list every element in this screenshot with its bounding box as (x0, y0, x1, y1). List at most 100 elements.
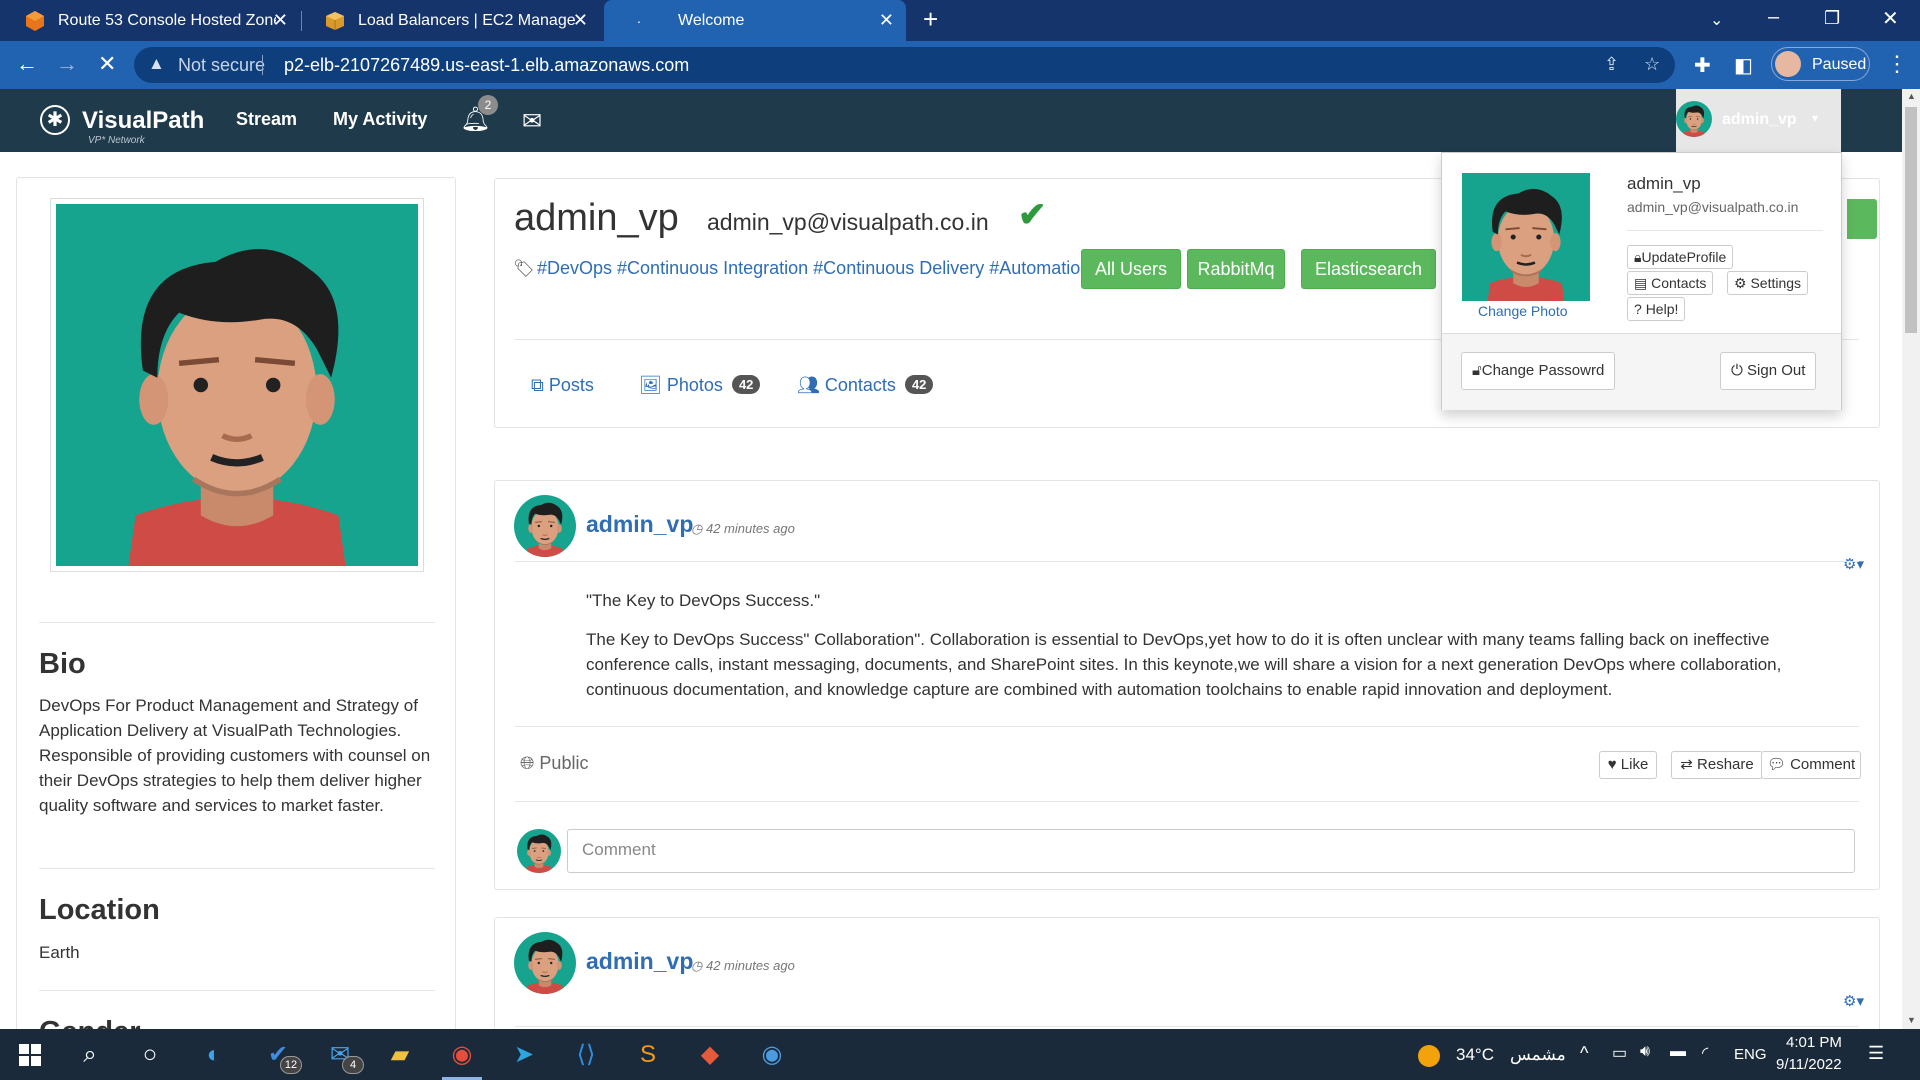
close-tab-icon[interactable]: ✕ (273, 10, 288, 31)
post-author-name[interactable]: admin_vp (586, 948, 693, 975)
window-close-icon[interactable]: ✕ (1882, 6, 1899, 31)
sublime-text-icon[interactable]: S (632, 1039, 664, 1071)
comment-input[interactable] (567, 829, 1855, 873)
divider (39, 622, 435, 623)
tab-search-icon[interactable]: ⌄ (1710, 10, 1723, 30)
scroll-up-arrow-icon[interactable]: ▲ (1907, 91, 1916, 101)
git-icon[interactable]: ◆ (694, 1039, 726, 1071)
profile-username: admin_vp (514, 197, 679, 239)
page-scrollbar[interactable]: ▲ ▼ (1902, 89, 1920, 1029)
weather-sun-icon[interactable] (1418, 1045, 1440, 1067)
stop-loading-icon[interactable]: ✕ (98, 51, 116, 77)
dropdown-email: admin_vp@visualpath.co.in (1627, 199, 1799, 215)
chrome-profile-icon[interactable]: ◉ (756, 1039, 788, 1071)
asterisk-logo-icon: ✱ (40, 105, 70, 135)
post-visibility: 🌐︎ Public (520, 753, 589, 773)
location-text: Earth (39, 943, 80, 962)
browser-tab-route53[interactable]: Route 53 Console Hosted Zones ✕ (0, 0, 300, 41)
post-card: admin_vp ◷ 42 minutes ago ⚙▾ "The Key to… (494, 480, 1880, 890)
extensions-puzzle-icon[interactable]: ✚ (1694, 53, 1711, 78)
posts-icon: ⧉ (531, 375, 544, 395)
browser-menu-icon[interactable]: ⋮ (1886, 51, 1908, 77)
nav-my-activity[interactable]: My Activity (333, 109, 427, 130)
chrome-icon[interactable]: ◉ (446, 1039, 478, 1071)
url-omnibox[interactable]: ▲ Not secure p2-elb-2107267489.us-east-1… (134, 47, 1675, 83)
post-settings-gear-icon[interactable]: ⚙▾ (1843, 992, 1864, 1010)
contacts-button[interactable]: ▤ Contacts (1627, 271, 1714, 295)
restore-icon[interactable]: ❐ (1824, 8, 1840, 29)
dropdown-username: admin_vp (1627, 174, 1701, 193)
side-panel-icon[interactable]: ◧ (1734, 53, 1753, 78)
commenter-avatar (517, 829, 561, 873)
change-password-button[interactable]: 🔓︎Change Passowrd (1461, 352, 1616, 390)
post-author-avatar[interactable] (514, 932, 576, 994)
file-explorer-icon[interactable]: ▰ (384, 1039, 416, 1071)
tab-photos[interactable]: 🖼︎ Photos 42 (639, 375, 761, 396)
nav-stream[interactable]: Stream (236, 109, 297, 130)
wifi-icon[interactable]: ◜ (1702, 1043, 1708, 1063)
post-settings-gear-icon[interactable]: ⚙▾ (1843, 555, 1864, 573)
forward-icon[interactable]: → (56, 51, 78, 77)
clock-time[interactable]: 4:01 PM (1786, 1034, 1842, 1051)
volume-icon[interactable]: 🔊︎ (1640, 1043, 1650, 1061)
edge-browser-icon[interactable]: ◐ (198, 1039, 230, 1071)
elasticsearch-button[interactable]: Elasticsearch (1301, 249, 1436, 289)
scroll-down-arrow-icon[interactable]: ▼ (1907, 1015, 1916, 1025)
windows-taskbar: ⌕ ○ ◐ ✔ 12 ✉ 4 ▰ ◉ ➤ ⟨⟩ S ◆ ◉ 34°C مشمس … (0, 1029, 1920, 1080)
notifications-center-icon[interactable]: ☰ (1868, 1043, 1884, 1064)
new-tab-icon[interactable]: + (923, 4, 938, 35)
sign-out-button[interactable]: ⏻ Sign Out (1720, 352, 1817, 390)
tab-contacts[interactable]: 👥︎ Contacts 42 (797, 375, 934, 396)
profile-tags[interactable]: #DevOps #Continuous Integration #Continu… (537, 258, 1090, 279)
gears-icon: ⚙ (1734, 275, 1747, 291)
hidden-green-button[interactable] (1847, 199, 1877, 239)
dropdown-profile-photo[interactable] (1462, 173, 1590, 301)
all-users-button[interactable]: All Users (1081, 249, 1181, 289)
back-icon[interactable]: ← (16, 51, 38, 77)
reshare-button[interactable]: ⇄ Reshare (1671, 751, 1763, 779)
profile-sidebar: Bio DevOps For Product Management and St… (16, 177, 456, 1037)
show-hidden-icons-icon[interactable]: ^ (1580, 1043, 1588, 1064)
telegram-icon[interactable]: ➤ (508, 1039, 540, 1071)
app-badge: 12 (280, 1056, 302, 1074)
url-text[interactable]: p2-elb-2107267489.us-east-1.elb.amazonaw… (284, 55, 689, 76)
browser-tab-ec2[interactable]: Load Balancers | EC2 Managemen ✕ (300, 0, 600, 41)
weather-condition[interactable]: مشمس (1510, 1045, 1566, 1065)
divider (515, 801, 1859, 802)
close-tab-icon[interactable]: ✕ (573, 10, 588, 31)
image-icon: 🖼︎ (639, 375, 662, 395)
weather-temperature[interactable]: 34°C (1456, 1045, 1494, 1065)
battery-icon[interactable]: ▬ (1670, 1043, 1686, 1061)
globe-icon: 🌐︎ (520, 753, 535, 773)
settings-button[interactable]: ⚙ Settings (1727, 271, 1809, 295)
divider (1627, 230, 1823, 231)
browser-tab-welcome[interactable]: · Welcome ✕ (604, 0, 906, 41)
change-photo-link[interactable]: Change Photo (1478, 303, 1568, 319)
meet-now-icon[interactable]: ▭ (1612, 1043, 1627, 1063)
like-button[interactable]: ♥ Like (1599, 751, 1657, 779)
minimize-icon[interactable]: – (1768, 6, 1779, 29)
share-icon[interactable]: ⇪ (1604, 54, 1619, 75)
bookmark-star-icon[interactable]: ☆ (1644, 54, 1660, 75)
search-icon[interactable]: ⌕ (74, 1039, 106, 1071)
help-button[interactable]: ? Help! (1627, 297, 1686, 321)
post-author-avatar[interactable] (514, 495, 576, 557)
task-view-icon[interactable]: ○ (134, 1039, 166, 1071)
close-tab-icon[interactable]: ✕ (879, 10, 894, 31)
language-indicator[interactable]: ENG (1734, 1046, 1767, 1063)
windows-start-icon[interactable] (14, 1039, 46, 1071)
post-author-name[interactable]: admin_vp (586, 511, 693, 538)
update-profile-button[interactable]: 🔒︎UpdateProfile (1627, 245, 1734, 269)
envelope-icon[interactable]: ✉ (522, 107, 542, 136)
tab-posts[interactable]: ⧉ Posts (531, 375, 594, 396)
profile-paused-button[interactable]: Paused (1771, 47, 1870, 81)
vscode-icon[interactable]: ⟨⟩ (570, 1039, 602, 1071)
warning-triangle-icon[interactable]: ▲ (148, 54, 165, 74)
comment-button[interactable]: 💬︎ Comment (1761, 751, 1861, 779)
clock-date[interactable]: 9/11/2022 (1776, 1056, 1842, 1073)
rabbitmq-button[interactable]: RabbitMq (1187, 249, 1285, 289)
divider (515, 1026, 1859, 1027)
user-menu-toggle[interactable]: admin_vp ▾ (1676, 89, 1841, 152)
scrollbar-thumb[interactable] (1905, 107, 1917, 333)
heart-icon: ♥ (1607, 756, 1617, 773)
